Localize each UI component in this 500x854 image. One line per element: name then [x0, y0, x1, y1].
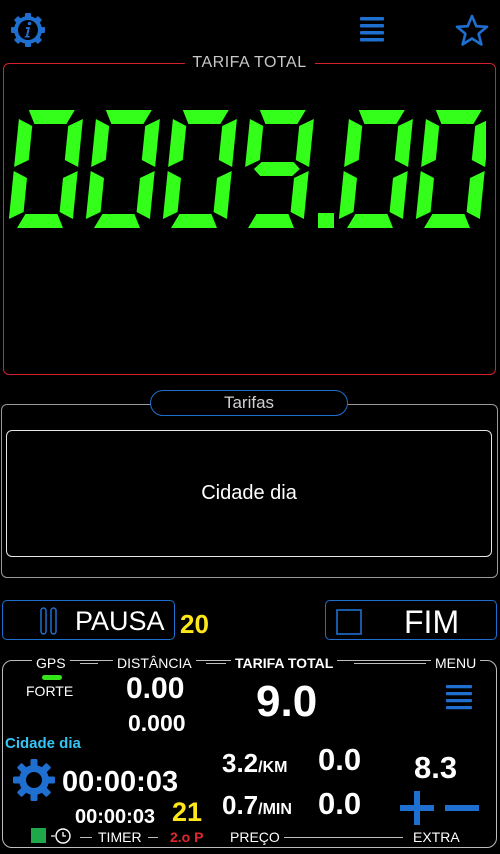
- digit-segment: [218, 119, 237, 167]
- end-button[interactable]: FIM: [325, 600, 497, 640]
- price-label: PREÇO: [226, 829, 284, 845]
- rate-km-value: 3.2: [222, 748, 259, 778]
- divider: [80, 663, 98, 664]
- digit-segment: [105, 110, 152, 124]
- digit-segment: [424, 214, 470, 228]
- extra-value: 8.3: [414, 750, 458, 785]
- info-button[interactable]: [9, 11, 47, 49]
- timer-count: 21: [172, 797, 203, 827]
- timer-main: 00:00:03: [62, 766, 179, 798]
- settings-button[interactable]: [12, 758, 56, 802]
- digit-segment: [14, 119, 33, 167]
- digit-segment: [259, 110, 306, 124]
- digit-segment: [290, 171, 309, 219]
- rate-km-amount: 0.0: [318, 742, 362, 777]
- rate-min-value: 0.7: [222, 790, 259, 820]
- digit-segment: [91, 119, 110, 167]
- digit-segment: [394, 119, 413, 167]
- digit-segment: [295, 119, 314, 167]
- digit-segment: [136, 171, 155, 219]
- digit-segment: [253, 162, 300, 176]
- extra-minus-button[interactable]: [443, 790, 481, 826]
- distance-label: DISTÂNCIA: [113, 655, 196, 671]
- divider: [354, 663, 426, 664]
- digit-segment: [168, 119, 187, 167]
- digit-segment: [17, 214, 63, 228]
- pause-label: PAUSA: [75, 606, 165, 636]
- digit-segment: [85, 171, 104, 219]
- timer-status-square: [31, 828, 46, 843]
- divider: [283, 837, 403, 838]
- seven-segment-display: [8, 110, 490, 228]
- timer-label: TIMER: [94, 829, 146, 845]
- stop-icon: [336, 609, 362, 635]
- gps-label: GPS: [32, 655, 70, 671]
- clock-icon: [51, 828, 71, 844]
- clock-icon-wrap: [51, 827, 73, 845]
- total-value: 9.0: [256, 677, 318, 726]
- digit-segment: [389, 171, 408, 219]
- end-label: FIM: [404, 604, 460, 640]
- fare-digits: [8, 104, 490, 274]
- pause-icon: [40, 607, 57, 635]
- divider: [80, 837, 92, 838]
- distance-sub: 0.000: [128, 710, 186, 736]
- hamburger-icon: [360, 17, 384, 42]
- divider: [206, 663, 226, 664]
- extra-plus-button[interactable]: [399, 790, 435, 826]
- digit-segment: [248, 214, 294, 228]
- minus-icon: [445, 805, 479, 811]
- rate-min-unit: /MIN: [258, 801, 292, 818]
- gear-icon: [13, 759, 55, 801]
- rate-km-unit: /KM: [258, 759, 288, 776]
- plus-icon: [400, 791, 434, 825]
- divider: [148, 837, 158, 838]
- digit-segment: [471, 119, 490, 167]
- favorite-button[interactable]: [454, 13, 490, 49]
- gps-strength: FORTE: [26, 683, 74, 699]
- rate-min-amount: 0.0: [318, 786, 362, 821]
- decimal-point: [318, 213, 334, 228]
- digit-segment: [182, 110, 229, 124]
- digit-segment: [338, 171, 357, 219]
- tariff-selector[interactable]: Cidade dia: [6, 430, 492, 557]
- pause-button[interactable]: PAUSA: [2, 600, 175, 640]
- digit-segment: [171, 214, 217, 228]
- menu-label: MENU: [431, 655, 481, 671]
- digit-segment: [64, 119, 83, 167]
- digit-segment: [347, 214, 393, 228]
- tariff-selected-name: Cidade dia: [201, 482, 297, 504]
- digit-segment: [141, 119, 160, 167]
- current-tariff-name: Cidade dia: [5, 735, 81, 752]
- total-label: TARIFA TOTAL: [231, 655, 338, 671]
- digit-segment: [59, 171, 78, 219]
- pause-count: 20: [180, 609, 209, 639]
- rate-per-min: 0.7/MIN: [222, 790, 292, 821]
- digit-segment: [162, 171, 181, 219]
- menu-button[interactable]: [357, 14, 387, 46]
- gps-signal-bar: [42, 675, 62, 680]
- timer-sub: 00:00:03: [75, 806, 156, 828]
- fare-title: TARIFA TOTAL: [184, 54, 315, 72]
- star-icon: [455, 14, 489, 46]
- digit-segment: [28, 110, 75, 124]
- digit-segment: [435, 110, 482, 124]
- period-label: 2.o P: [166, 829, 208, 845]
- digit-segment: [8, 171, 27, 219]
- digit-segment: [421, 119, 440, 167]
- info-gear-icon: [11, 13, 45, 47]
- panel-menu-button[interactable]: [445, 684, 473, 712]
- digit-segment: [358, 110, 405, 124]
- extra-label: EXTRA: [409, 829, 464, 845]
- digit-segment: [245, 119, 264, 167]
- digit-segment: [94, 214, 140, 228]
- tariffs-label: Tarifas: [150, 390, 348, 416]
- digit-segment: [344, 119, 363, 167]
- hamburger-icon: [446, 685, 472, 710]
- distance-value: 0.00: [126, 672, 185, 705]
- digit-segment: [213, 171, 232, 219]
- digit-segment: [415, 171, 434, 219]
- rate-per-km: 3.2/KM: [222, 748, 287, 779]
- digit-segment: [466, 171, 485, 219]
